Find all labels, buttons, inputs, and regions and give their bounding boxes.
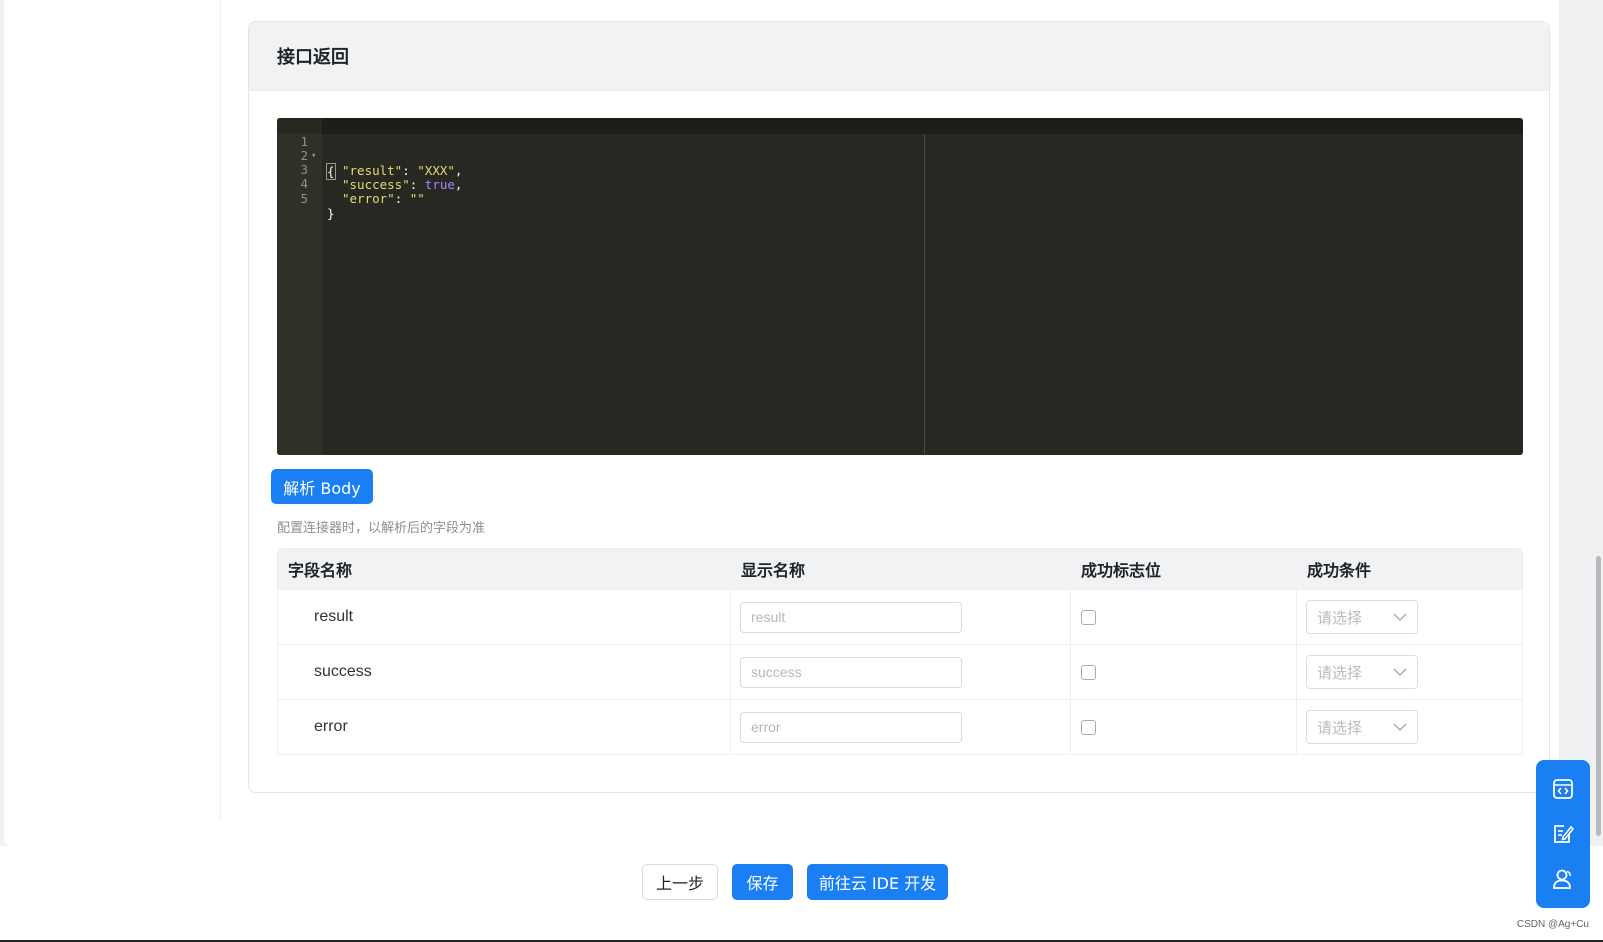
json-colon: : — [409, 177, 425, 192]
section-title: 接口返回 — [249, 22, 1549, 91]
json-colon: : — [394, 191, 410, 206]
parse-body-button[interactable]: 解析 Body — [271, 469, 373, 504]
select-placeholder: 请选择 — [1317, 608, 1363, 627]
prev-step-button[interactable]: 上一步 — [642, 864, 718, 900]
line-number: 5 — [300, 191, 308, 206]
watermark: CSDN @Ag+Cu — [1516, 919, 1589, 930]
success-condition-select[interactable]: 请选择 — [1306, 710, 1418, 744]
success-condition-select[interactable]: 请选择 — [1306, 655, 1418, 689]
editor-line[interactable]: 4 "error": "" — [277, 161, 424, 206]
editor-line[interactable]: 3 "success": true, — [277, 147, 462, 192]
json-key: "success" — [342, 177, 410, 192]
success-flag-checkbox[interactable] — [1081, 664, 1096, 680]
select-placeholder: 请选择 — [1317, 663, 1363, 682]
editor-line[interactable]: 1 ▾ { — [277, 119, 337, 180]
json-colon: : — [402, 163, 418, 178]
success-condition-select[interactable]: 请选择 — [1306, 600, 1418, 634]
header-field-name: 字段名称 — [288, 561, 353, 580]
save-button[interactable]: 保存 — [732, 864, 793, 900]
field-name: result — [314, 608, 354, 625]
table-row: result result 请选择 — [278, 589, 1522, 644]
chevron-down-icon — [1393, 722, 1407, 731]
editor-line[interactable]: 2 "result": "XXX", — [277, 133, 462, 178]
display-name-input[interactable]: error — [740, 711, 962, 743]
table-header: 字段名称 显示名称 成功标志位 成功条件 — [278, 549, 1522, 589]
json-key: "error" — [342, 191, 395, 206]
success-flag-checkbox[interactable] — [1081, 609, 1096, 625]
table-row: error error 请选择 — [278, 699, 1522, 754]
field-name: error — [314, 718, 348, 735]
select-placeholder: 请选择 — [1317, 718, 1363, 737]
header-success-condition: 成功条件 — [1307, 561, 1372, 580]
floating-toolbar — [1536, 760, 1590, 908]
json-value: "XXX" — [417, 163, 455, 178]
parse-hint: 配置连接器时，以解析后的字段为准 — [277, 521, 486, 536]
code-window-icon[interactable] — [1548, 774, 1578, 804]
api-response-section: 接口返回 1 ▾ { 2 "result": "XXX", 3 "success… — [248, 21, 1550, 793]
user-group-icon[interactable] — [1548, 864, 1578, 894]
scrollbar-thumb[interactable] — [1596, 556, 1601, 836]
json-value: "" — [409, 191, 425, 206]
editor-print-margin — [924, 134, 925, 455]
success-flag-checkbox[interactable] — [1081, 719, 1096, 735]
json-comma: , — [454, 163, 463, 178]
go-cloud-ide-button[interactable]: 前往云 IDE 开发 — [807, 864, 948, 900]
footer-bar: 上一步 保存 前往云 IDE 开发 — [0, 846, 1603, 942]
display-name-input[interactable]: result — [740, 601, 962, 633]
field-name: success — [314, 663, 372, 680]
table-row: success success 请选择 — [278, 644, 1522, 699]
field-table: 字段名称 显示名称 成功标志位 成功条件 result result 请选择 s… — [277, 548, 1523, 755]
code-editor[interactable]: 1 ▾ { 2 "result": "XXX", 3 "success": tr… — [277, 118, 1523, 455]
json-key: "result" — [342, 163, 403, 178]
display-name-input[interactable]: success — [740, 656, 962, 688]
editor-line[interactable]: 5 } — [277, 176, 337, 221]
chevron-down-icon — [1393, 612, 1407, 621]
chevron-down-icon — [1393, 667, 1407, 676]
close-brace: } — [327, 206, 335, 221]
sidebar-divider — [220, 0, 221, 820]
json-comma: , — [454, 177, 463, 192]
editor-active-line — [277, 118, 1523, 134]
json-value: true — [424, 177, 455, 192]
header-success-flag: 成功标志位 — [1081, 561, 1162, 580]
edit-note-icon[interactable] — [1548, 819, 1578, 849]
header-display-name: 显示名称 — [741, 561, 806, 580]
page-card: 接口返回 1 ▾ { 2 "result": "XXX", 3 "success… — [4, 0, 1559, 846]
